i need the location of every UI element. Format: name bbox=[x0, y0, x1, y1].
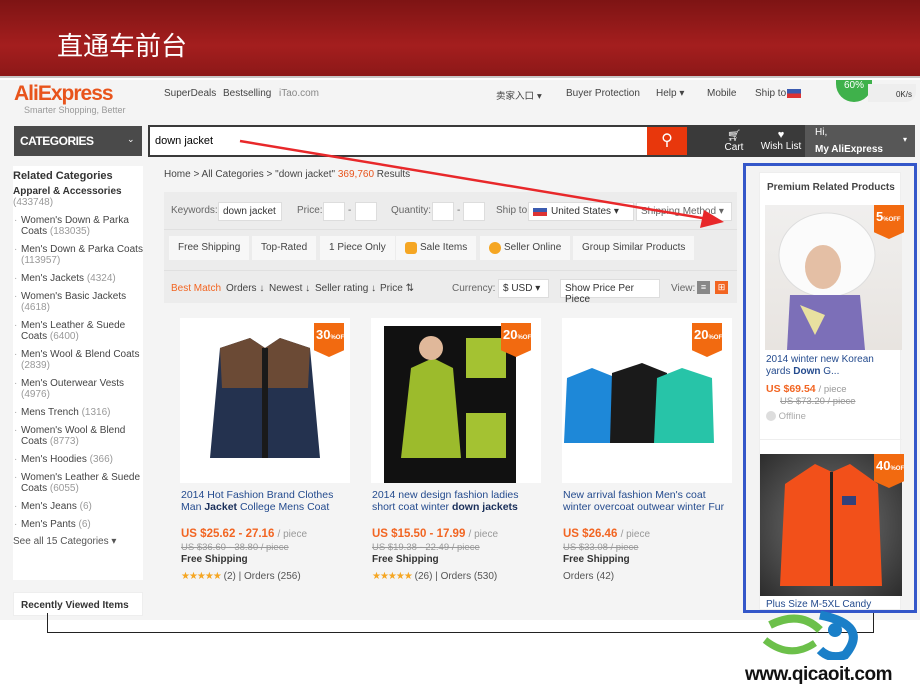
connector-line bbox=[47, 613, 874, 633]
annotation-arrow bbox=[239, 139, 724, 228]
website-url: www.qicaoit.com bbox=[745, 664, 893, 685]
company-logo-icon bbox=[762, 610, 858, 660]
